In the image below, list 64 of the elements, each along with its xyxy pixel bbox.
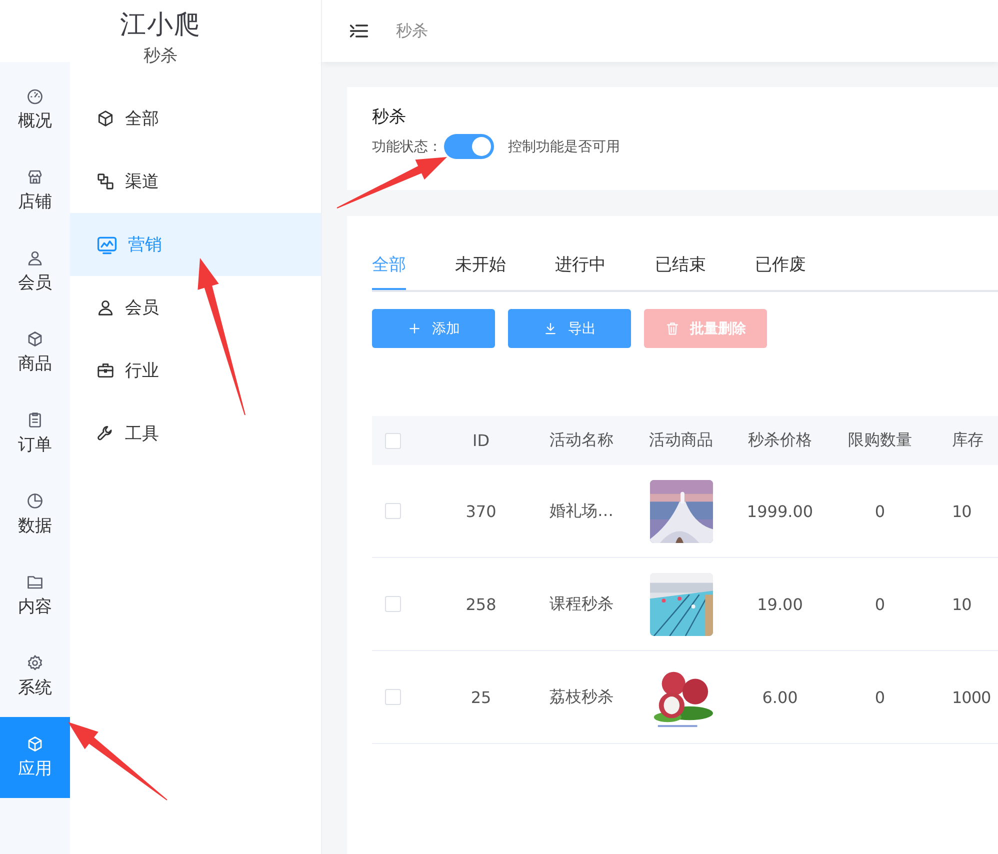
folder-icon xyxy=(26,573,44,591)
submenu-item[interactable]: 渠道 xyxy=(70,150,321,213)
breadcrumb[interactable]: 秒杀 xyxy=(396,20,428,42)
nav-item[interactable]: 会员 xyxy=(0,231,70,312)
app-title: 江小爬 xyxy=(120,9,201,42)
table-cell: 25 xyxy=(431,650,531,744)
table-cell: 10 xyxy=(930,558,998,650)
table-cell: 0 xyxy=(830,558,930,650)
table-cell: 6.00 xyxy=(730,650,830,744)
nav-item[interactable]: 订单 xyxy=(0,393,70,474)
filter-tab[interactable]: 进行中 xyxy=(555,251,606,290)
download-icon xyxy=(543,321,558,336)
table-cell: 课程秒杀 xyxy=(531,558,632,650)
filter-tab[interactable]: 已作废 xyxy=(755,251,806,290)
column-header: 库存 xyxy=(930,416,998,465)
nav-item[interactable]: 店铺 xyxy=(0,150,70,231)
row-checkbox[interactable] xyxy=(385,596,401,612)
select-all-checkbox[interactable] xyxy=(385,432,401,448)
table-cell: 荔枝秒杀 xyxy=(531,650,632,744)
row-checkbox[interactable] xyxy=(385,689,401,705)
plus-icon xyxy=(407,321,422,336)
filter-tab[interactable]: 未开始 xyxy=(455,251,506,290)
table-cell: 婚礼场… xyxy=(531,465,632,558)
table-cell: 19.00 xyxy=(730,558,830,650)
nav-item[interactable]: 商品 xyxy=(0,312,70,393)
settings-icon xyxy=(26,654,44,672)
nav-item[interactable]: 数据 xyxy=(0,474,70,555)
table-cell: 1000 xyxy=(930,650,998,744)
cube-icon xyxy=(26,330,44,348)
person-icon xyxy=(96,298,115,317)
submenu-item[interactable]: 全部 xyxy=(70,87,321,150)
nav-item[interactable]: 系统 xyxy=(0,636,70,717)
row-checkbox[interactable] xyxy=(385,503,401,519)
gauge-icon xyxy=(26,87,44,105)
submenu-item[interactable]: 行业 xyxy=(70,339,321,402)
submenu-item[interactable]: 会员 xyxy=(70,276,321,339)
field-label: 功能状态： xyxy=(372,138,442,156)
submenu-item[interactable]: 工具 xyxy=(70,402,321,465)
column-header: 活动商品 xyxy=(632,416,730,465)
switch-hint: 控制功能是否可用 xyxy=(508,138,620,156)
table-cell: 258 xyxy=(431,558,531,650)
store-icon xyxy=(26,168,44,186)
clipboard-icon xyxy=(26,411,44,429)
table-cell: 10 xyxy=(930,465,998,558)
section-title: 秒杀 xyxy=(372,106,407,128)
filter-tab[interactable]: 已结束 xyxy=(655,251,706,290)
table-cell: 0 xyxy=(830,650,930,744)
person-icon xyxy=(26,249,44,267)
table-cell: 0 xyxy=(830,465,930,558)
table-cell: 370 xyxy=(431,465,531,558)
column-header: ID xyxy=(431,416,531,465)
column-header: 秒杀价格 xyxy=(730,416,830,465)
trash-icon xyxy=(665,321,680,336)
column-header: 活动名称 xyxy=(531,416,632,465)
pie-chart-icon xyxy=(26,492,44,510)
briefcase-icon xyxy=(96,361,115,380)
linked-squares-icon xyxy=(96,172,115,191)
nav-item[interactable]: 内容 xyxy=(0,555,70,636)
toggle-switch[interactable] xyxy=(444,134,494,159)
nav-item[interactable]: 概况 xyxy=(0,69,70,150)
table-cell: 1999.00 xyxy=(730,465,830,558)
cube-icon xyxy=(96,109,115,128)
cube-icon xyxy=(26,735,44,753)
column-header: 限购数量 xyxy=(830,416,930,465)
